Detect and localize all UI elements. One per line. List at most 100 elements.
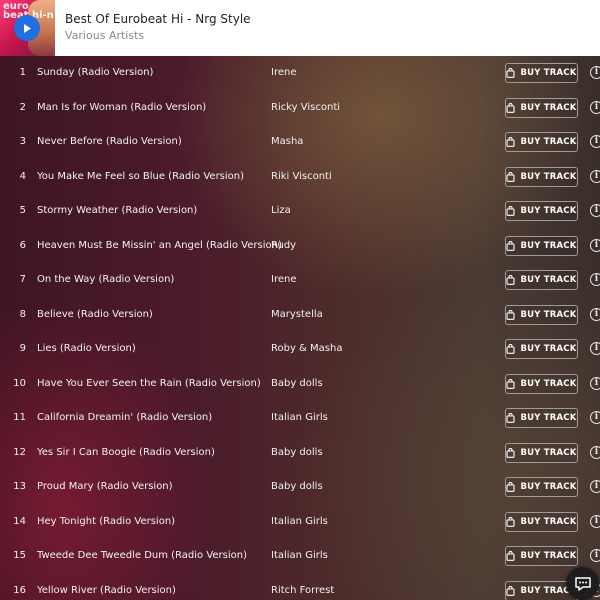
buy-track-button[interactable]: BUY TRACK — [505, 511, 578, 532]
info-icon[interactable]: i — [590, 100, 600, 114]
buy-track-button[interactable]: BUY TRACK — [505, 270, 578, 290]
album-title[interactable]: Best Of Eurobeat Hi - Nrg Style — [65, 12, 251, 26]
track-row[interactable]: 12 Yes Sir I Can Boogie (Radio Version) Ba… — [0, 436, 600, 471]
buy-track-button[interactable]: BUY TRACK — [505, 546, 578, 566]
shopping-bag-icon — [506, 344, 516, 354]
track-artist[interactable]: Italian Girls — [271, 505, 328, 540]
info-icon[interactable]: i — [590, 514, 600, 528]
shopping-bag-icon — [506, 447, 516, 458]
track-artist[interactable]: Marystella — [271, 298, 323, 333]
track-artist[interactable]: Irene — [271, 56, 296, 91]
buy-track-button[interactable]: BUY TRACK — [505, 63, 578, 83]
info-icon[interactable]: i — [590, 445, 600, 459]
track-artist[interactable]: Irene — [271, 263, 296, 298]
buy-track-label: BUY TRACK — [520, 344, 577, 354]
buy-track-label: BUY TRACK — [520, 447, 577, 458]
track-number: 1 — [19, 67, 26, 78]
track-row[interactable]: 7 On the Way (Radio Version) Irene BUY TRAC… — [0, 263, 600, 298]
buy-track-button[interactable]: BUY TRACK — [505, 235, 578, 256]
track-title[interactable]: You Make Me Feel so Blue (Radio Version) — [37, 160, 244, 195]
track-row[interactable]: 14 Hey Tonight (Radio Version) Italian Gir… — [0, 505, 600, 540]
info-icon[interactable]: i — [590, 273, 600, 286]
info-icon[interactable]: i — [590, 411, 600, 424]
track-title[interactable]: Yes Sir I Can Boogie (Radio Version) — [37, 436, 215, 471]
track-title[interactable]: California Dreamin' (Radio Version) — [37, 401, 212, 436]
buy-track-label: BUY TRACK — [520, 171, 577, 182]
track-title[interactable]: Never Before (Radio Version) — [37, 125, 182, 160]
track-number: 10 — [13, 377, 26, 389]
info-icon[interactable]: i — [590, 66, 600, 79]
buy-track-label: BUY TRACK — [520, 240, 577, 251]
track-title[interactable]: Hey Tonight (Radio Version) — [37, 505, 175, 540]
track-list: 1 Sunday (Radio Version) Irene BUY TRACK i 2 M… — [0, 56, 600, 600]
info-icon[interactable]: i — [590, 238, 600, 252]
buy-track-label: BUY TRACK — [520, 378, 577, 389]
buy-track-button[interactable]: BUY TRACK — [505, 373, 578, 394]
track-title[interactable]: Have You Ever Seen the Rain (Radio Versi… — [37, 367, 261, 402]
track-title[interactable]: Lies (Radio Version) — [37, 332, 136, 367]
album-artist[interactable]: Various Artists — [65, 29, 144, 42]
buy-track-button[interactable]: BUY TRACK — [505, 132, 578, 152]
track-artist[interactable]: Ritch Forrest — [271, 574, 334, 600]
buy-track-label: BUY TRACK — [520, 413, 577, 423]
track-row[interactable]: 6 Heaven Must Be Missin' an Angel (Radio … — [0, 229, 600, 264]
info-icon[interactable]: i — [590, 204, 600, 217]
track-title[interactable]: On the Way (Radio Version) — [37, 263, 174, 298]
track-row[interactable]: 13 Proud Mary (Radio Version) Baby dolls BU… — [0, 470, 600, 505]
info-icon[interactable]: i — [590, 135, 600, 148]
track-title[interactable]: Heaven Must Be Missin' an Angel (Radio V… — [37, 229, 282, 264]
buy-track-label: BUY TRACK — [520, 102, 577, 113]
track-row[interactable]: 2 Man Is for Woman (Radio Version) Ricky V… — [0, 91, 600, 126]
buy-track-button[interactable]: BUY TRACK — [505, 442, 578, 463]
track-title[interactable]: Man Is for Woman (Radio Version) — [37, 91, 206, 126]
buy-track-button[interactable]: BUY TRACK — [505, 408, 578, 428]
buy-track-button[interactable]: BUY TRACK — [505, 201, 578, 221]
track-artist[interactable]: Rudy — [271, 229, 296, 264]
track-row[interactable]: 1 Sunday (Radio Version) Irene BUY TRACK i — [0, 56, 600, 91]
info-icon[interactable]: i — [590, 307, 600, 321]
track-row[interactable]: 8 Believe (Radio Version) Marystella BUY TR… — [0, 298, 600, 333]
info-icon[interactable]: i — [590, 480, 600, 493]
buy-track-button[interactable]: BUY TRACK — [505, 166, 578, 187]
track-row[interactable]: 3 Never Before (Radio Version) Masha BUY TR… — [0, 125, 600, 160]
buy-track-label: BUY TRACK — [520, 68, 577, 78]
track-artist[interactable]: Ricky Visconti — [271, 91, 340, 126]
play-button[interactable] — [14, 15, 40, 41]
track-row[interactable]: 15 Tweede Dee Tweedle Dum (Radio Version)… — [0, 539, 600, 574]
info-icon[interactable]: i — [590, 342, 600, 355]
track-row[interactable]: 4 You Make Me Feel so Blue (Radio Version… — [0, 160, 600, 195]
info-icon[interactable]: i — [590, 549, 600, 562]
track-row[interactable]: 10 Have You Ever Seen the Rain (Radio Ver… — [0, 367, 600, 402]
track-artist[interactable]: Liza — [271, 194, 291, 229]
buy-track-label: BUY TRACK — [520, 309, 577, 320]
track-artist[interactable]: Roby & Masha — [271, 332, 342, 367]
track-title[interactable]: Believe (Radio Version) — [37, 298, 153, 333]
album-cover[interactable]: euro beat hi-n — [0, 0, 55, 56]
buy-track-label: BUY TRACK — [520, 516, 577, 527]
track-artist[interactable]: Italian Girls — [271, 539, 328, 574]
track-row[interactable]: 5 Stormy Weather (Radio Version) Liza BUY T… — [0, 194, 600, 229]
track-number: 13 — [13, 481, 26, 492]
track-artist[interactable]: Italian Girls — [271, 401, 328, 436]
info-icon[interactable]: i — [590, 169, 600, 183]
chat-button[interactable] — [566, 567, 599, 600]
track-row[interactable]: 16 Yellow River (Radio Version) Ritch Forr… — [0, 574, 600, 600]
track-title[interactable]: Sunday (Radio Version) — [37, 56, 153, 91]
track-title[interactable]: Tweede Dee Tweedle Dum (Radio Version) — [37, 539, 247, 574]
track-artist[interactable]: Baby dolls — [271, 436, 323, 471]
buy-track-button[interactable]: BUY TRACK — [505, 477, 578, 497]
track-artist[interactable]: Baby dolls — [271, 367, 323, 402]
track-row[interactable]: 9 Lies (Radio Version) Roby & Masha BUY TRA… — [0, 332, 600, 367]
track-title[interactable]: Stormy Weather (Radio Version) — [37, 194, 197, 229]
shopping-bag-icon — [506, 413, 516, 423]
info-icon[interactable]: i — [590, 376, 600, 390]
buy-track-button[interactable]: BUY TRACK — [505, 97, 578, 118]
buy-track-button[interactable]: BUY TRACK — [505, 339, 578, 359]
track-row[interactable]: 11 California Dreamin' (Radio Version) Ita… — [0, 401, 600, 436]
track-title[interactable]: Proud Mary (Radio Version) — [37, 470, 173, 505]
track-artist[interactable]: Riki Visconti — [271, 160, 332, 195]
buy-track-button[interactable]: BUY TRACK — [505, 304, 578, 325]
track-artist[interactable]: Masha — [271, 125, 303, 160]
track-title[interactable]: Yellow River (Radio Version) — [37, 574, 176, 600]
track-artist[interactable]: Baby dolls — [271, 470, 323, 505]
